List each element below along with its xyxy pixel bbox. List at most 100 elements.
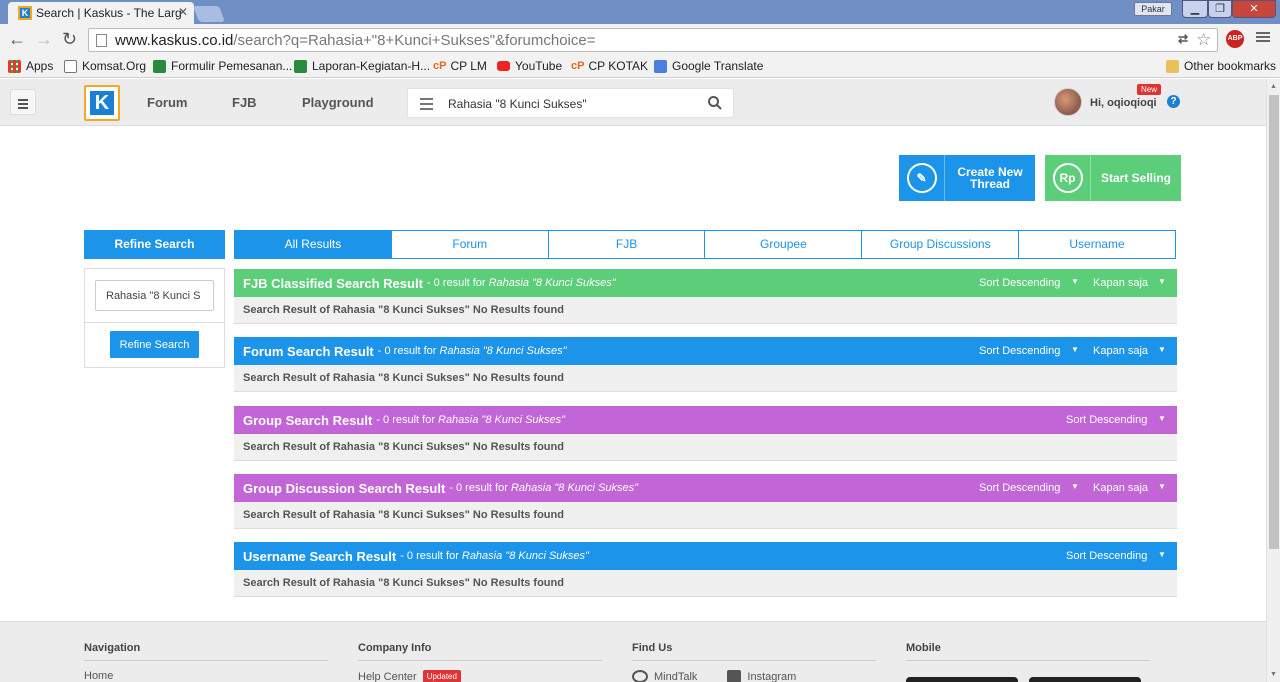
refine-search-button[interactable]: Refine Search xyxy=(110,331,199,358)
time-dropdown[interactable]: Kapan saja xyxy=(1093,482,1148,494)
forum-result-section: Forum Search Result - 0 result for Rahas… xyxy=(234,337,1177,392)
profile-chip[interactable]: Pakar xyxy=(1134,2,1172,16)
search-icon[interactable] xyxy=(707,95,723,111)
footer-link-instagram[interactable]: Instagram xyxy=(747,671,796,682)
scroll-up-icon[interactable]: ▲ xyxy=(1270,83,1277,90)
minimize-button[interactable]: ▁ xyxy=(1182,0,1208,18)
maximize-button[interactable]: ❐ xyxy=(1208,0,1232,18)
user-greeting[interactable]: Hi, oqioqioqi xyxy=(1090,97,1157,109)
reload-icon[interactable]: ↻ xyxy=(62,30,77,48)
result-tabs: All Results Forum FJB Groupee Group Disc… xyxy=(234,230,1176,259)
footer-mobile: Mobile xyxy=(906,642,1150,661)
section-header: Username Search Result - 0 result for Ra… xyxy=(234,542,1177,570)
footer-link-home[interactable]: Home xyxy=(84,670,328,682)
star-icon[interactable]: ☆ xyxy=(1196,30,1211,50)
sort-dropdown[interactable]: Sort Descending xyxy=(979,482,1060,494)
footer-company-info: Company Info Help Center Updated xyxy=(358,642,602,682)
back-arrow-icon[interactable]: ← xyxy=(8,30,26,48)
page-icon xyxy=(64,59,77,73)
group-discussion-result-section: Group Discussion Search Result - 0 resul… xyxy=(234,474,1177,529)
help-icon[interactable]: ? xyxy=(1167,95,1180,108)
scroll-down-icon[interactable]: ▼ xyxy=(1270,671,1277,678)
site-header: K Forum FJB Playground Hi, oqioqioqi New… xyxy=(0,79,1266,126)
section-message: Search Result of Rahasia "8 Kunci Sukses… xyxy=(234,502,1177,529)
kaskus-logo[interactable]: K xyxy=(84,85,120,121)
bookmark-apps[interactable]: Apps xyxy=(8,59,53,73)
updated-badge: Updated xyxy=(422,670,461,682)
scrollbar-thumb[interactable] xyxy=(1269,95,1279,549)
menu-icon[interactable] xyxy=(1256,30,1270,44)
close-window-button[interactable]: ✕ xyxy=(1232,0,1276,18)
time-dropdown[interactable]: Kapan saja xyxy=(1093,345,1148,357)
bookmark-komsat[interactable]: Komsat.Org xyxy=(64,59,146,73)
tab-group-discussions[interactable]: Group Discussions xyxy=(861,231,1019,258)
chevron-down-icon[interactable]: ▼ xyxy=(1158,277,1166,286)
tab-forum[interactable]: Forum xyxy=(390,231,548,258)
tab-username[interactable]: Username xyxy=(1018,231,1175,258)
address-bar[interactable]: www.kaskus.co.id/search?q=Rahasia+"8+Kun… xyxy=(88,28,1218,52)
tab-title: Search | Kaskus - The Larg xyxy=(36,6,182,20)
chevron-down-icon[interactable]: ▼ xyxy=(1158,550,1166,559)
browser-tab[interactable]: K Search | Kaskus - The Larg ✕ xyxy=(8,2,194,24)
chevron-down-icon[interactable]: ▼ xyxy=(1158,414,1166,423)
section-message: Search Result of Rahasia "8 Kunci Sukses… xyxy=(234,570,1177,597)
translate-icon[interactable]: ⇄ xyxy=(1178,32,1188,46)
hamburger-icon[interactable] xyxy=(10,89,36,115)
section-message: Search Result of Rahasia "8 Kunci Sukses… xyxy=(234,297,1177,324)
chevron-down-icon[interactable]: ▼ xyxy=(1071,277,1079,286)
sort-dropdown[interactable]: Sort Descending xyxy=(1066,414,1147,426)
new-tab-button[interactable] xyxy=(193,6,225,22)
footer-find-us: Find Us MindTalk Instagram xyxy=(632,642,876,682)
footer-navigation: Navigation Home xyxy=(84,642,328,682)
bookmark-laporan[interactable]: Laporan-Kegiatan-H... xyxy=(294,59,430,73)
google-play-badge[interactable] xyxy=(1029,677,1141,682)
avatar[interactable] xyxy=(1054,88,1082,116)
search-category-menu-icon[interactable] xyxy=(420,98,433,113)
forward-arrow-icon[interactable]: → xyxy=(35,30,53,48)
nav-playground[interactable]: Playground xyxy=(302,95,374,110)
chevron-down-icon[interactable]: ▼ xyxy=(1158,345,1166,354)
kaskus-k-icon: K xyxy=(90,91,114,115)
chevron-down-icon[interactable]: ▼ xyxy=(1071,482,1079,491)
bookmark-cp-lm[interactable]: cP CP LM xyxy=(433,59,487,73)
footer-link-mindtalk[interactable]: MindTalk xyxy=(654,671,697,682)
chevron-down-icon[interactable]: ▼ xyxy=(1158,482,1166,491)
adblock-icon[interactable]: ABP xyxy=(1226,30,1244,48)
chevron-down-icon[interactable]: ▼ xyxy=(1071,345,1079,354)
refine-search-panel: Refine Search xyxy=(84,268,225,368)
start-selling-button[interactable]: Rp Start Selling xyxy=(1045,155,1181,201)
section-message: Search Result of Rahasia "8 Kunci Sukses… xyxy=(234,434,1177,461)
sort-dropdown[interactable]: Sort Descending xyxy=(979,277,1060,289)
nav-forum[interactable]: Forum xyxy=(147,95,187,110)
footer-link-help-center[interactable]: Help Center xyxy=(358,671,417,682)
tab-all-results[interactable]: All Results xyxy=(235,231,391,258)
folder-icon xyxy=(1166,59,1179,73)
site-footer: Navigation Home Company Info Help Center… xyxy=(0,621,1266,682)
tab-fjb[interactable]: FJB xyxy=(547,231,705,258)
sort-dropdown[interactable]: Sort Descending xyxy=(1066,550,1147,562)
sort-dropdown[interactable]: Sort Descending xyxy=(979,345,1060,357)
youtube-icon xyxy=(497,61,510,71)
bookmark-youtube[interactable]: YouTube xyxy=(497,59,562,73)
username-result-section: Username Search Result - 0 result for Ra… xyxy=(234,542,1177,597)
tab-groupee[interactable]: Groupee xyxy=(704,231,862,258)
cp-logo-icon: cP xyxy=(571,59,585,72)
refine-search-input[interactable] xyxy=(95,280,214,311)
create-thread-button[interactable]: ✎ Create New Thread xyxy=(899,155,1035,201)
bookmark-formulir[interactable]: Formulir Pemesanan... xyxy=(153,59,292,73)
apps-grid-icon xyxy=(8,59,21,73)
section-header: Group Search Result - 0 result for Rahas… xyxy=(234,406,1177,434)
site-search-input[interactable] xyxy=(448,95,698,113)
app-store-badge[interactable] xyxy=(906,677,1018,682)
browser-toolbar: ← → ↻ www.kaskus.co.id/search?q=Rahasia+… xyxy=(0,24,1280,56)
time-dropdown[interactable]: Kapan saja xyxy=(1093,277,1148,289)
bookmark-cp-kotak[interactable]: cP CP KOTAK xyxy=(571,59,648,73)
bookmark-google-translate[interactable]: Google Translate xyxy=(654,59,763,73)
fjb-result-section: FJB Classified Search Result - 0 result … xyxy=(234,269,1177,324)
page-scrollbar[interactable]: ▲ ▼ xyxy=(1266,79,1280,682)
sheets-icon xyxy=(294,59,307,73)
close-tab-icon[interactable]: ✕ xyxy=(178,5,188,19)
mindtalk-icon xyxy=(632,670,648,682)
bookmark-other[interactable]: Other bookmarks xyxy=(1166,59,1276,73)
nav-fjb[interactable]: FJB xyxy=(232,95,257,110)
